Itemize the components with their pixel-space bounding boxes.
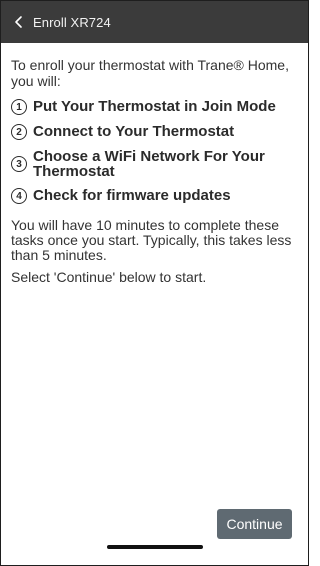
header-bar: Enroll XR724 xyxy=(1,1,308,43)
step-number-badge: 2 xyxy=(11,124,27,140)
step-item: 4 Check for firmware updates xyxy=(11,188,301,204)
page-title: Enroll XR724 xyxy=(33,14,111,30)
step-item: 2 Connect to Your Thermostat xyxy=(11,124,301,140)
step-number-badge: 4 xyxy=(11,188,27,204)
steps-list: 1 Put Your Thermostat in Join Mode 2 Con… xyxy=(11,99,301,204)
step-label: Put Your Thermostat in Join Mode xyxy=(33,98,276,115)
continue-button[interactable]: Continue xyxy=(217,509,292,539)
chevron-left-icon xyxy=(14,15,24,29)
time-note: You will have 10 minutes to complete the… xyxy=(11,217,292,263)
step-label: Choose a WiFi Network For Your Thermosta… xyxy=(33,148,265,180)
intro-text: To enroll your thermostat with Trane® Ho… xyxy=(11,57,289,89)
instruction-text: Select 'Continue' below to start. xyxy=(11,269,207,285)
step-label: Check for firmware updates xyxy=(33,187,231,204)
step-number-badge: 3 xyxy=(11,156,27,172)
step-item: 1 Put Your Thermostat in Join Mode xyxy=(11,99,301,115)
back-button[interactable] xyxy=(5,1,33,43)
step-item: 3 Choose a WiFi Network For Your Thermos… xyxy=(11,149,301,179)
step-number-badge: 1 xyxy=(11,99,27,115)
step-label: Connect to Your Thermostat xyxy=(33,123,235,140)
enroll-instructions: To enroll your thermostat with Trane® Ho… xyxy=(11,57,301,285)
app-screen: Enroll XR724 To enroll your thermostat w… xyxy=(0,0,309,566)
home-indicator xyxy=(107,545,203,549)
